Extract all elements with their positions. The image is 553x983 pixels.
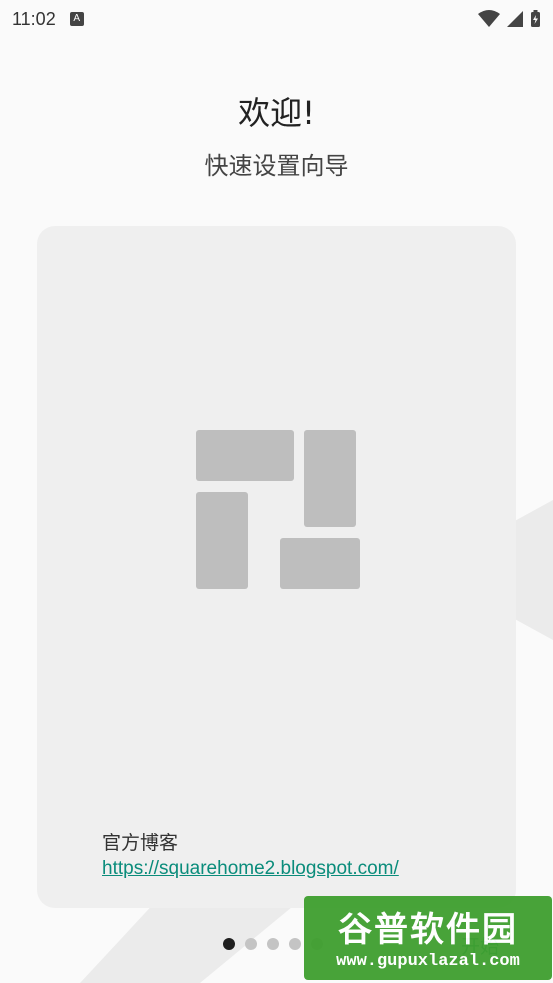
official-blog-link[interactable]: https://squarehome2.blogspot.com/ — [102, 858, 399, 880]
page-dot-4 — [289, 938, 301, 950]
status-bar: 11:02 A — [0, 0, 553, 38]
watermark-title: 谷普软件园 — [338, 910, 518, 950]
wifi-icon — [478, 10, 500, 27]
app-logo-icon — [196, 430, 362, 590]
page-dot-3 — [267, 938, 279, 950]
intro-card: 官方博客 https://squarehome2.blogspot.com/ — [37, 226, 516, 908]
battery-charging-icon — [531, 10, 540, 27]
page-dot-1 — [223, 938, 235, 950]
watermark-logo: 谷普软件园 www.gupuxlazal.com — [304, 896, 552, 980]
watermark-url: www.gupuxlazal.com — [336, 952, 520, 971]
official-blog-label: 官方博客 — [102, 832, 179, 854]
notification-a-icon: A — [69, 12, 84, 26]
welcome-title: 欢迎! — [238, 94, 315, 132]
cellular-signal-icon — [507, 11, 523, 27]
page-dot-2 — [245, 938, 257, 950]
status-time: 11:02 — [12, 8, 56, 29]
setup-wizard-subtitle: 快速设置向导 — [204, 152, 349, 180]
